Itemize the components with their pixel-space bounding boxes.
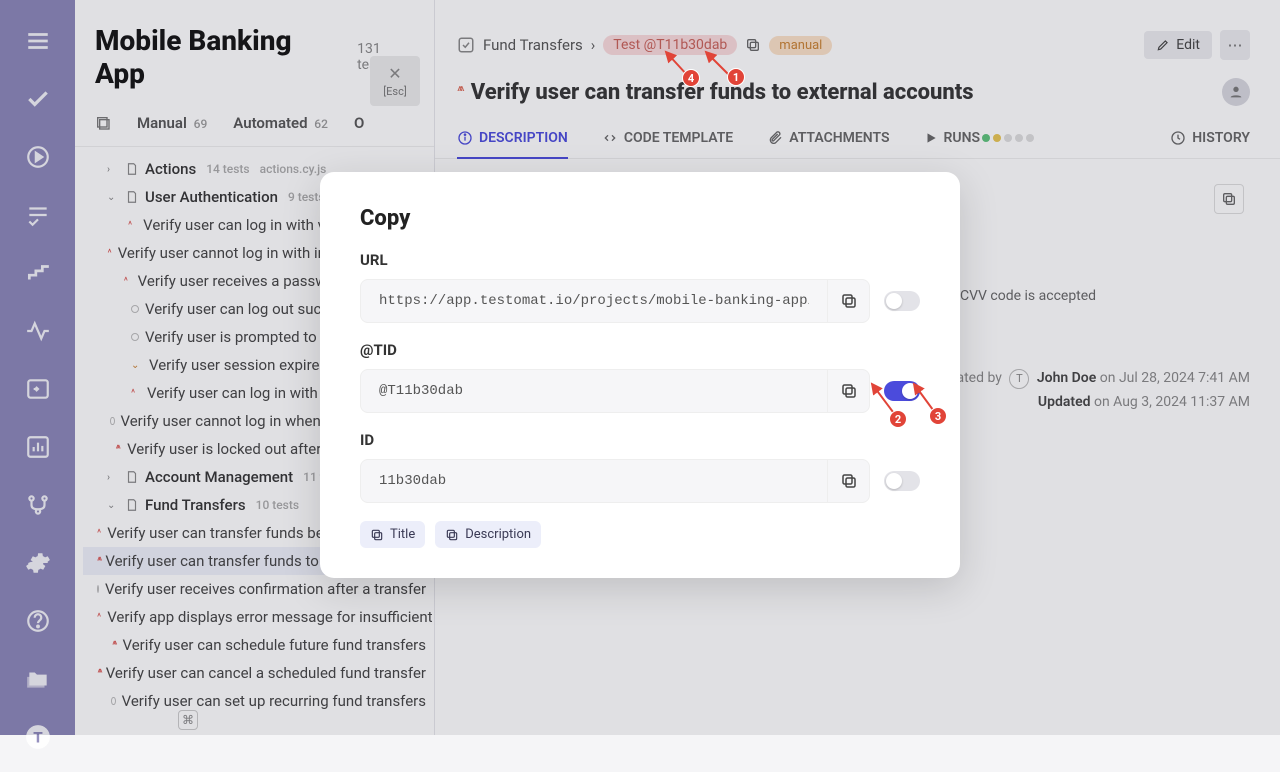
close-hint-label: [Esc]	[383, 85, 407, 98]
id-toggle[interactable]	[884, 471, 920, 491]
annotation-number-1: 1	[727, 68, 745, 86]
annotation-number-4: 4	[682, 69, 700, 87]
tab-manual[interactable]: Manual 69	[137, 114, 207, 132]
id-input[interactable]	[361, 473, 827, 489]
edit-button[interactable]: Edit	[1144, 31, 1212, 59]
copy-id-button[interactable]	[827, 459, 869, 503]
file-icon	[125, 162, 139, 176]
play-circle-icon[interactable]	[25, 144, 51, 170]
checklist-icon[interactable]	[25, 202, 51, 228]
menu-icon[interactable]	[25, 28, 51, 54]
branch-icon[interactable]	[25, 492, 51, 518]
folders-icon[interactable]	[25, 666, 51, 692]
test-row[interactable]: Verify user receives confirmation after …	[83, 575, 434, 603]
help-icon[interactable]	[25, 608, 51, 634]
copy-tid-button[interactable]	[827, 369, 869, 413]
brand-avatar-icon[interactable]: T	[25, 724, 51, 750]
file-icon	[125, 470, 139, 484]
checklist-chip-icon	[457, 36, 475, 54]
copy-title-chip[interactable]: Title	[360, 521, 425, 548]
import-icon[interactable]	[25, 376, 51, 402]
test-row[interactable]: Verify user can set up recurring fund tr…	[83, 687, 434, 715]
svg-text:T: T	[33, 728, 43, 746]
test-meta: Created by T John Doe on Jul 28, 2024 7:…	[935, 366, 1250, 414]
close-panel-button[interactable]: ✕ [Esc]	[370, 56, 420, 106]
project-title: Mobile Banking App	[95, 24, 343, 90]
info-icon	[457, 130, 473, 146]
breadcrumb-sep: ›	[591, 36, 596, 54]
url-field-wrap	[360, 279, 870, 323]
avatar[interactable]	[1222, 78, 1250, 106]
breadcrumb-suite[interactable]: Fund Transfers	[483, 36, 583, 54]
test-row[interactable]: ^Verify app displays error message for i…	[83, 603, 434, 631]
tid-input[interactable]	[361, 383, 827, 399]
breadcrumb: Fund Transfers › Test @T11b30dab manual …	[435, 0, 1280, 68]
tab-code-template[interactable]: CODE TEMPLATE	[602, 130, 733, 158]
url-label: URL	[360, 251, 920, 269]
tab-other[interactable]: O	[354, 114, 364, 132]
sidebar-tabs: Manual 69 Automated 62 O	[75, 100, 434, 147]
copy-icon[interactable]	[745, 37, 761, 53]
more-button[interactable]: ⋯	[1220, 30, 1250, 60]
url-input[interactable]	[361, 293, 827, 309]
tid-label: @TID	[360, 341, 920, 359]
pulse-icon[interactable]	[25, 318, 51, 344]
copy-url-button[interactable]	[827, 279, 869, 323]
id-field-wrap	[360, 459, 870, 503]
gear-icon[interactable]	[25, 550, 51, 576]
file-icon	[125, 498, 139, 512]
copy-description-chip[interactable]: Description	[435, 521, 541, 548]
history-icon	[1170, 130, 1186, 146]
check-icon[interactable]	[25, 86, 51, 112]
tab-automated[interactable]: Automated 62	[233, 114, 328, 132]
tab-runs[interactable]: RUNS	[924, 130, 1035, 158]
id-label: ID	[360, 431, 920, 449]
code-icon	[602, 130, 618, 146]
priority-icon: ^^	[457, 84, 461, 100]
paperclip-icon	[767, 130, 783, 146]
url-toggle[interactable]	[884, 291, 920, 311]
detail-tabs: DESCRIPTION CODE TEMPLATE ATTACHMENTS RU…	[435, 122, 1280, 159]
annotation-number-2: 2	[889, 410, 907, 428]
analytics-icon[interactable]	[25, 434, 51, 460]
nav-rail: T	[0, 0, 75, 735]
play-icon	[924, 131, 938, 145]
test-title: Verify user can transfer funds to extern…	[471, 80, 1212, 105]
tid-field-wrap	[360, 369, 870, 413]
test-row[interactable]: ^^Verify user can schedule future fund t…	[83, 631, 434, 659]
tab-description[interactable]: DESCRIPTION	[457, 130, 568, 159]
copy-description-button[interactable]	[1214, 184, 1244, 214]
description-snippet: CVV code is accepted	[960, 288, 1240, 304]
copy-modal: Copy URL @TID ID Title Description	[320, 172, 960, 578]
tab-attachments[interactable]: ATTACHMENTS	[767, 130, 889, 158]
steps-icon[interactable]	[25, 260, 51, 286]
close-icon: ✕	[388, 64, 401, 83]
keyboard-shortcut-icon[interactable]: ⌘	[178, 710, 198, 730]
file-icon	[125, 190, 139, 204]
test-row[interactable]: ^^Verify user can cancel a scheduled fun…	[83, 659, 434, 687]
modal-title: Copy	[360, 206, 920, 231]
manual-chip: manual	[769, 36, 832, 55]
tab-history[interactable]: HISTORY	[1170, 130, 1250, 158]
stack-icon[interactable]	[95, 115, 111, 131]
pencil-icon	[1156, 38, 1170, 52]
annotation-number-3: 3	[929, 407, 947, 425]
